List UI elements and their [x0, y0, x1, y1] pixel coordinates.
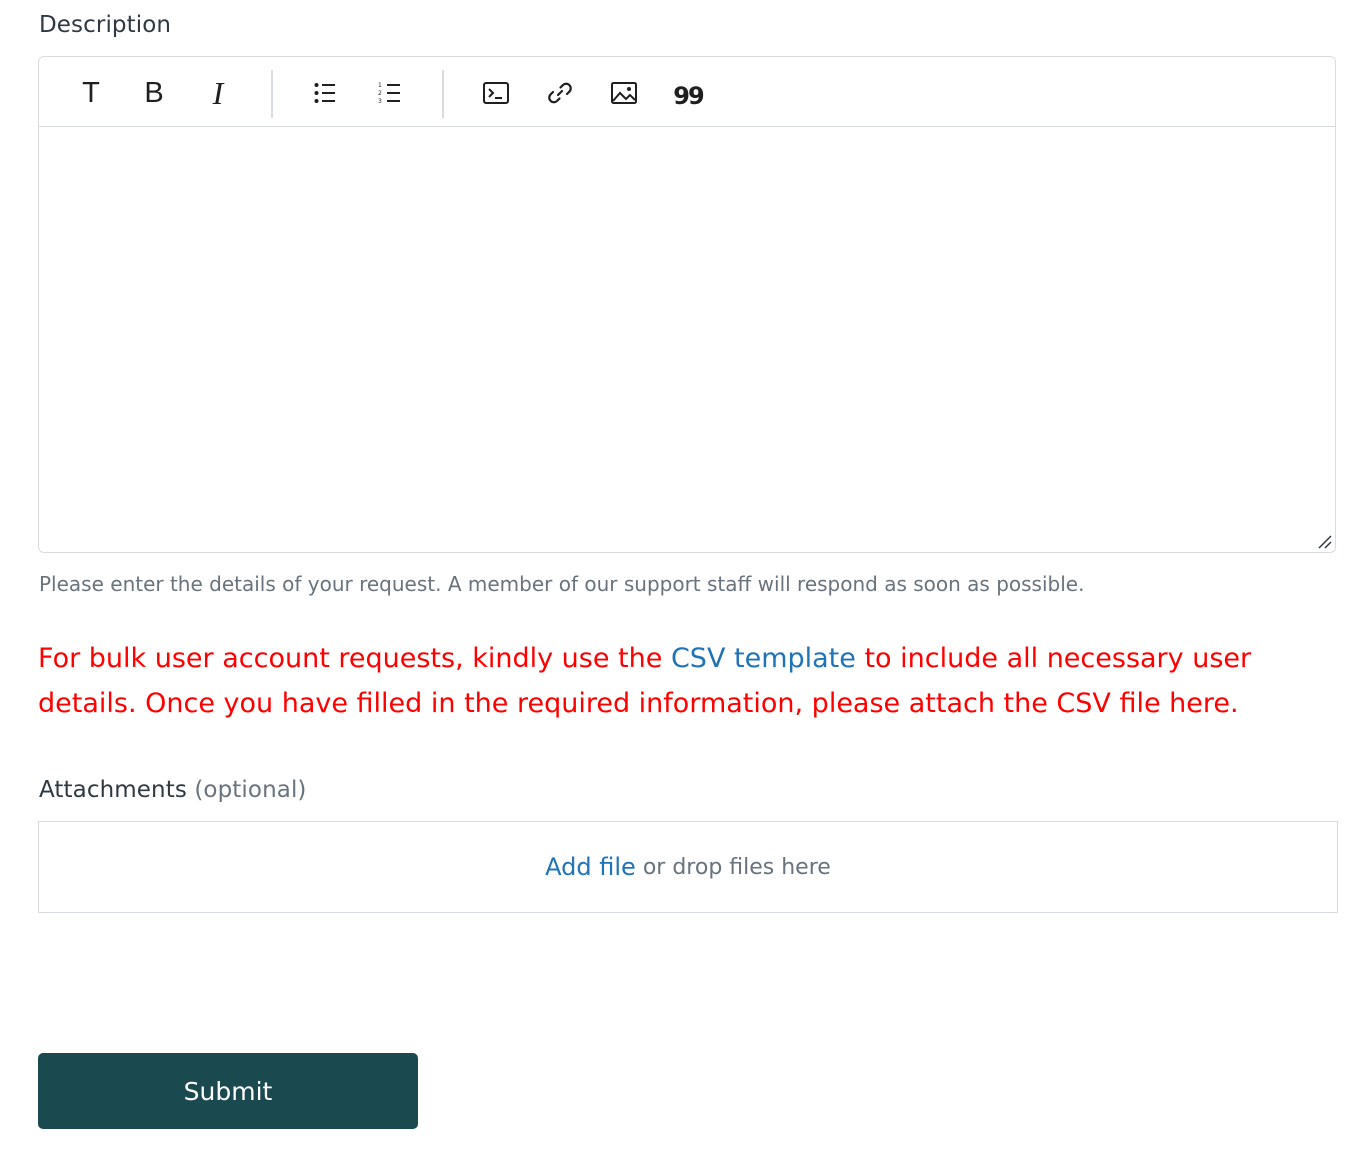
link-icon	[548, 82, 572, 104]
attachments-label: Attachments (optional)	[39, 777, 307, 803]
editor-toolbar: T B I 1 2 3 99	[39, 57, 1335, 127]
bulk-request-notice: For bulk user account requests, kindly u…	[38, 636, 1338, 726]
bulleted-list-icon	[314, 83, 335, 103]
code-block-button[interactable]	[476, 73, 516, 113]
italic-icon: I	[212, 74, 224, 111]
svg-text:1: 1	[378, 82, 382, 89]
description-label: Description	[39, 12, 172, 38]
bold-button[interactable]: B	[134, 73, 174, 113]
notice-text-before: For bulk user account requests, kindly u…	[38, 643, 671, 674]
resize-handle-icon[interactable]	[1316, 533, 1332, 549]
svg-text:3: 3	[378, 98, 382, 105]
bulleted-list-button[interactable]	[305, 73, 345, 113]
submit-button[interactable]: Submit	[38, 1053, 418, 1129]
add-file-link[interactable]: Add file	[545, 853, 636, 881]
description-textarea[interactable]	[39, 127, 1335, 552]
text-format-button[interactable]: T	[71, 73, 111, 113]
attachments-label-text: Attachments	[39, 777, 187, 803]
svg-text:2: 2	[378, 90, 382, 97]
bold-icon: B	[144, 76, 164, 109]
toolbar-divider	[442, 70, 444, 118]
text-format-icon: T	[82, 76, 100, 109]
quote-icon: 99	[673, 82, 704, 110]
italic-button[interactable]: I	[198, 73, 238, 113]
code-block-icon	[483, 82, 509, 104]
csv-template-link[interactable]: CSV template	[671, 643, 856, 674]
image-icon	[611, 82, 637, 104]
toolbar-divider	[271, 70, 273, 118]
description-hint: Please enter the details of your request…	[39, 572, 1085, 596]
drop-files-text: or drop files here	[642, 854, 831, 880]
quote-button[interactable]: 99	[668, 73, 708, 113]
numbered-list-button[interactable]: 1 2 3	[370, 73, 410, 113]
numbered-list-icon: 1 2 3	[378, 82, 400, 105]
description-editor: T B I 1 2 3 99	[38, 56, 1336, 553]
optional-label: (optional)	[194, 777, 307, 803]
link-button[interactable]	[540, 73, 580, 113]
attachments-dropzone[interactable]: Add file or drop files here	[38, 821, 1338, 913]
image-button[interactable]	[604, 73, 644, 113]
